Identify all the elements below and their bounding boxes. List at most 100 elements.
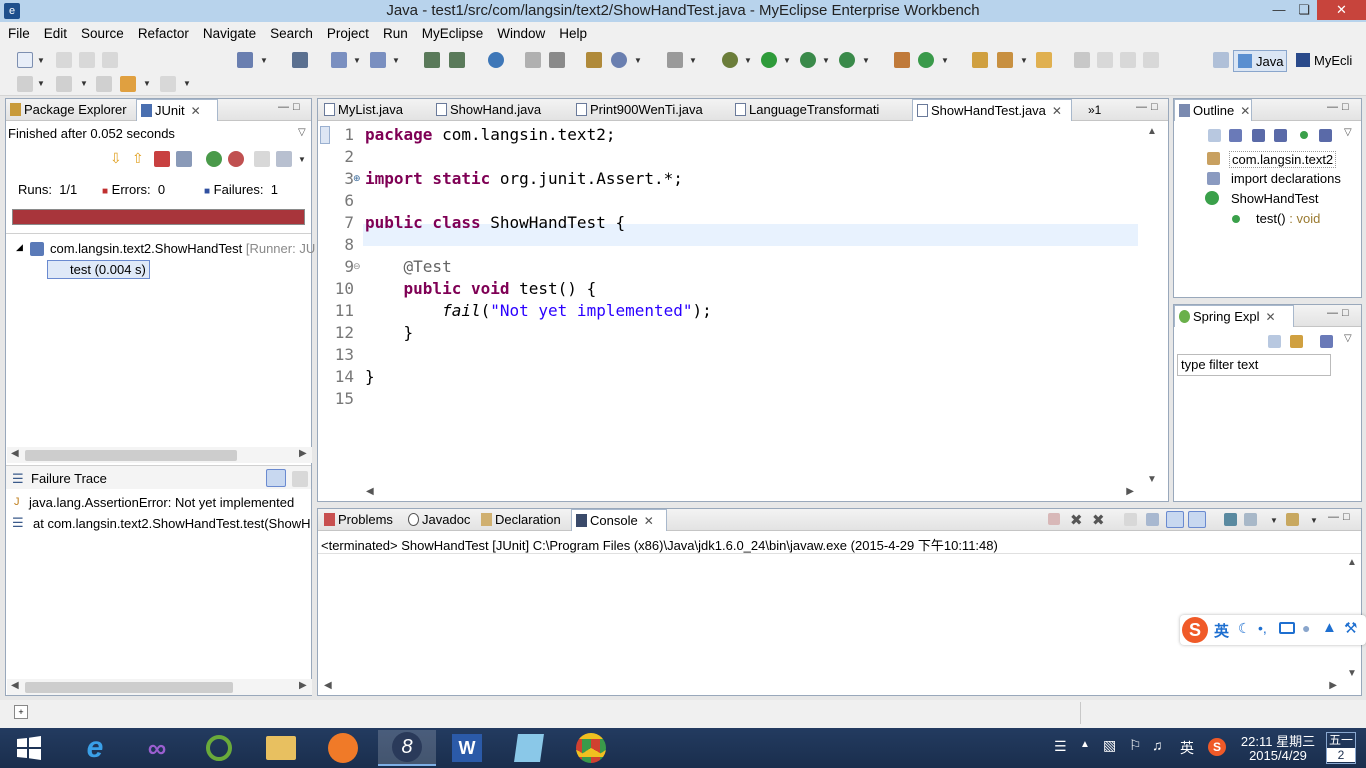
open-perspective-icon[interactable] <box>525 52 541 68</box>
open-console-dropdown-icon[interactable]: ▼ <box>1310 516 1318 525</box>
new-icon[interactable] <box>17 52 33 68</box>
taskbar-notes[interactable] <box>500 730 558 766</box>
uml-icon[interactable] <box>549 52 565 68</box>
tab-package-explorer[interactable]: Package Explorer <box>6 99 136 121</box>
package-icon[interactable] <box>586 52 602 68</box>
ime-mode[interactable]: 英 <box>1214 620 1229 641</box>
next-failure-icon[interactable]: ⇩ <box>110 150 122 167</box>
hide-local-types-icon[interactable] <box>1319 129 1332 142</box>
taskbar-myeclipse[interactable]: 8 <box>378 730 436 766</box>
console-scroll-up-icon[interactable]: ▲ <box>1347 557 1357 568</box>
trace-line-2[interactable]: at com.langsin.text2.ShowHandTest.test(S… <box>33 516 311 531</box>
run-dropdown-icon[interactable]: ▼ <box>783 56 791 65</box>
close-button[interactable]: ✕ <box>1317 0 1366 20</box>
display-console-icon[interactable] <box>1244 513 1257 526</box>
scroll-thumb[interactable] <box>25 450 237 461</box>
editor-hscrollbar[interactable]: ◀ ▶ <box>362 485 1138 501</box>
menu-help[interactable]: Help <box>559 26 587 41</box>
menu-window[interactable]: Window <box>497 26 545 41</box>
scroll-left-icon[interactable]: ◀ <box>11 448 19 459</box>
outline-menu-icon[interactable]: ▽ <box>1344 127 1352 138</box>
coverage-icon[interactable] <box>800 52 816 68</box>
code-line-11[interactable]: fail("Not yet implemented"); <box>365 301 712 320</box>
console-scroll-down-icon[interactable]: ▼ <box>1347 668 1357 679</box>
show-on-stdout-icon[interactable] <box>1166 511 1184 528</box>
trace-scroll-right-icon[interactable]: ▶ <box>299 680 307 691</box>
spring-link-icon[interactable] <box>1290 335 1303 348</box>
skin-icon[interactable]: ▲ <box>1322 619 1337 636</box>
deploy-icon[interactable] <box>237 52 253 68</box>
expand-imports-icon[interactable]: ⊕ <box>353 173 361 184</box>
spring-menu-icon[interactable]: ▽ <box>1344 333 1352 344</box>
ime-toolbar[interactable]: S 英 ☾ •, ● ▲ ⚒ <box>1180 615 1366 645</box>
open-type-icon[interactable] <box>449 52 465 68</box>
code-line-10[interactable]: public void test() { <box>365 279 597 298</box>
forward-dropdown-icon[interactable]: ▼ <box>183 79 191 88</box>
new-java-icon[interactable] <box>918 52 934 68</box>
collapse-icon[interactable]: ◢ <box>16 242 23 253</box>
volume-icon[interactable]: ♫ <box>1152 737 1163 753</box>
sort-icon[interactable] <box>1229 129 1242 142</box>
previous-failure-icon[interactable]: ⇧ <box>132 150 144 167</box>
taskbar-chrome[interactable] <box>562 730 620 766</box>
perspective-java-button[interactable]: Java <box>1233 50 1287 72</box>
filter-stack-icon[interactable] <box>266 469 286 487</box>
folder-icon[interactable] <box>1036 52 1052 68</box>
browser-icon[interactable] <box>488 52 504 68</box>
calendar-tile[interactable]: 五一 2 <box>1326 732 1356 764</box>
run-icon[interactable] <box>761 52 777 68</box>
compare-icon[interactable] <box>292 471 308 487</box>
remove-all-terminated-icon[interactable]: ✖ <box>1092 511 1105 529</box>
close-tab-icon[interactable]: ✕ <box>644 514 654 528</box>
screen-dropdown-icon[interactable]: ▼ <box>689 56 697 65</box>
trace-scroll-thumb[interactable] <box>25 682 233 693</box>
tab-problems[interactable]: Problems <box>320 509 404 531</box>
block-icon[interactable] <box>1120 52 1136 68</box>
code-line-1[interactable]: package com.langsin.text2; <box>365 125 615 144</box>
history-dropdown-icon[interactable]: ▼ <box>298 155 306 164</box>
server-icon[interactable] <box>292 52 308 68</box>
pen-icon[interactable] <box>1097 52 1113 68</box>
restore-button[interactable]: ❏ <box>1293 0 1315 20</box>
search-wizard-icon[interactable] <box>370 52 386 68</box>
trace-scroll-left-icon[interactable]: ◀ <box>11 680 19 691</box>
new-java-dropdown-icon[interactable]: ▼ <box>941 56 949 65</box>
collapse-method-icon[interactable]: ⊖ <box>353 261 361 272</box>
spring-filter-input[interactable]: type filter text <box>1177 354 1331 376</box>
network-icon[interactable]: ▧ <box>1103 737 1116 754</box>
tray-ime[interactable]: 英 <box>1180 738 1194 758</box>
tab-console[interactable]: Console ✕ <box>571 509 667 531</box>
close-tab-icon[interactable]: ✕ <box>1052 104 1062 118</box>
last-edit-icon[interactable] <box>96 76 112 92</box>
scroll-lock-console-icon[interactable] <box>1146 513 1159 526</box>
terminate-icon[interactable] <box>1048 513 1060 525</box>
show-failures-only-icon[interactable] <box>154 151 170 167</box>
menu-edit[interactable]: Edit <box>44 26 67 41</box>
spring-collapse-icon[interactable] <box>1268 335 1281 348</box>
code-line-7[interactable]: public class ShowHandTest { <box>365 213 625 232</box>
search-dropdown-icon[interactable]: ▼ <box>392 56 400 65</box>
collapse-all-icon[interactable] <box>1208 129 1221 142</box>
tab-junit[interactable]: JUnit ✕ <box>136 99 218 121</box>
test-run-history-icon[interactable] <box>276 151 292 167</box>
taskbar-app-ring[interactable] <box>190 730 248 766</box>
action-center-icon[interactable]: ⚐ <box>1129 737 1142 754</box>
external-tools-icon[interactable] <box>839 52 855 68</box>
menu-run[interactable]: Run <box>383 26 408 41</box>
code-line-12[interactable]: } <box>365 323 414 342</box>
remove-launch-icon[interactable]: ✖ <box>1070 511 1083 529</box>
tray-overflow-icon[interactable]: ▲ <box>1080 739 1090 750</box>
sogou-tray-icon[interactable]: S <box>1208 738 1226 756</box>
wizard-dropdown-icon[interactable]: ▼ <box>353 56 361 65</box>
pilcrow-icon[interactable] <box>1143 52 1159 68</box>
next-annotation-icon[interactable] <box>17 76 33 92</box>
display-console-dropdown-icon[interactable]: ▼ <box>1270 516 1278 525</box>
close-tab-icon[interactable]: ✕ <box>191 104 201 118</box>
menu-myeclipse[interactable]: MyEclipse <box>422 26 484 41</box>
tab-languagetransform[interactable]: LanguageTransformati <box>731 99 909 121</box>
back-dropdown-icon[interactable]: ▼ <box>143 79 151 88</box>
trace-line-1[interactable]: java.lang.AssertionError: Not yet implem… <box>29 495 294 510</box>
editor-vscrollbar[interactable]: ▲ ▼ <box>1138 122 1168 487</box>
tab-declaration[interactable]: Declaration <box>477 509 571 531</box>
show-on-stderr-icon[interactable] <box>1188 511 1206 528</box>
